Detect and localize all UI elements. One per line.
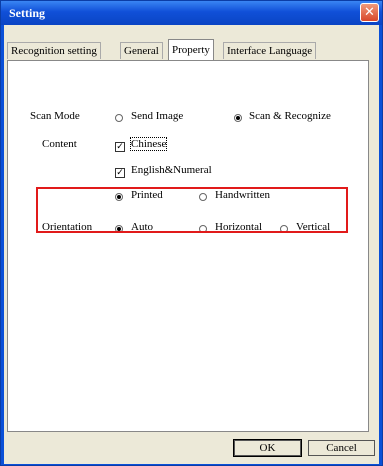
scan-mode-label: Scan Mode [30, 110, 80, 122]
checkbox-english-numeral[interactable]: ✓ [115, 168, 125, 178]
content-label: Content [42, 138, 77, 150]
english-numeral-label[interactable]: English&Numeral [131, 164, 212, 176]
orientation-highlight-box [36, 187, 348, 233]
property-panel: Scan Mode Send Image Scan & Recognize Co… [7, 60, 369, 432]
title-bar[interactable]: Setting ✕ [1, 1, 382, 25]
radio-scan-recognize[interactable] [234, 114, 242, 122]
send-image-label[interactable]: Send Image [131, 110, 183, 122]
setting-window: Setting ✕ Recognition setting General Pr… [0, 0, 383, 466]
checkbox-chinese[interactable]: ✓ [115, 142, 125, 152]
ok-button[interactable]: OK [233, 439, 302, 457]
dialog-body: Recognition setting General Property Int… [4, 25, 379, 464]
scan-recognize-label[interactable]: Scan & Recognize [249, 110, 331, 122]
cancel-button[interactable]: Cancel [308, 440, 375, 456]
window-title: Setting [9, 6, 45, 20]
tab-general[interactable]: General [120, 42, 163, 59]
close-icon[interactable]: ✕ [360, 3, 379, 22]
radio-send-image[interactable] [115, 114, 123, 122]
tab-property[interactable]: Property [168, 39, 214, 60]
tab-recognition-setting[interactable]: Recognition setting [7, 42, 101, 59]
chinese-label[interactable]: Chinese [129, 137, 168, 151]
tab-interface-language[interactable]: Interface Language [223, 42, 317, 59]
